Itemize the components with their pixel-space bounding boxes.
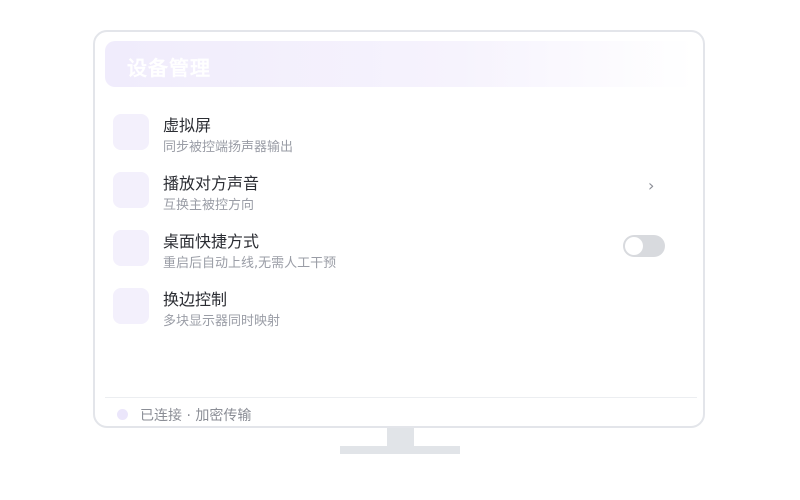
page-title: 设备管理 xyxy=(127,56,211,80)
list-item-virtual-screen[interactable]: 虚拟屏 同步被控端扬声器输出 xyxy=(113,112,673,160)
feature-icon xyxy=(113,114,149,150)
feature-icon xyxy=(113,172,149,208)
connection-status: 已连接 · 加密传输 xyxy=(140,408,252,424)
monitor-base xyxy=(340,446,460,454)
monitor-neck xyxy=(387,428,414,446)
item-subtitle: 重启后自动上线,无需人工干预 xyxy=(163,256,337,271)
status-dot-icon xyxy=(117,409,128,420)
monitor-frame: 设备管理 虚拟屏 同步被控端扬声器输出 播放对方声音 互换主被控方向 › 桌面快… xyxy=(93,30,705,428)
chevron-right-icon[interactable]: › xyxy=(648,178,654,194)
item-title: 换边控制 xyxy=(163,290,228,309)
item-subtitle: 互换主被控方向 xyxy=(163,198,255,213)
list-item-desktop-shortcut: 桌面快捷方式 重启后自动上线,无需人工干预 xyxy=(113,228,673,276)
list-item-play-remote-audio[interactable]: 播放对方声音 互换主被控方向 xyxy=(113,170,673,218)
item-title: 虚拟屏 xyxy=(163,116,212,135)
list-item-switch-side-control[interactable]: 换边控制 多块显示器同时映射 xyxy=(113,286,673,334)
desktop-shortcut-toggle[interactable] xyxy=(623,235,665,257)
item-subtitle: 多块显示器同时映射 xyxy=(163,314,281,329)
item-title: 桌面快捷方式 xyxy=(163,232,260,251)
item-title: 播放对方声音 xyxy=(163,174,260,193)
feature-icon xyxy=(113,230,149,266)
feature-icon xyxy=(113,288,149,324)
footer-divider xyxy=(105,397,697,398)
header-banner: 设备管理 xyxy=(105,41,695,87)
toggle-knob xyxy=(625,237,643,255)
item-subtitle: 同步被控端扬声器输出 xyxy=(163,140,294,155)
